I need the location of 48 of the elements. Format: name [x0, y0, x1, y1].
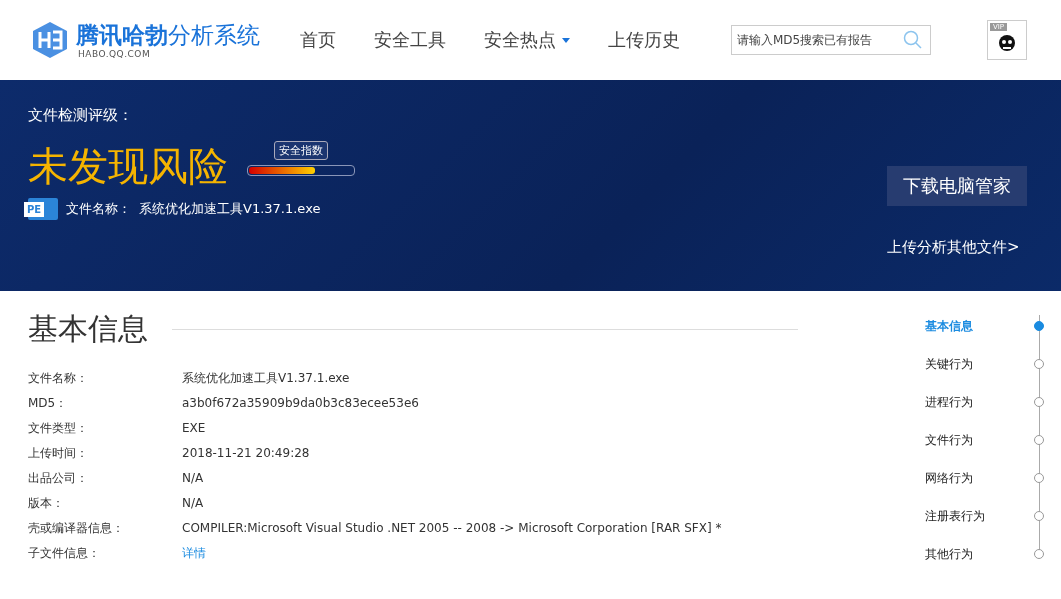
timeline-dot	[1034, 511, 1044, 521]
info-label: 上传时间：	[28, 445, 89, 462]
timeline-dot	[1034, 321, 1044, 331]
info-label: MD5：	[28, 395, 69, 412]
file-name-label: 文件名称：	[66, 200, 131, 218]
nav-link[interactable]: 安全热点	[484, 28, 570, 52]
timeline-dot	[1034, 435, 1044, 445]
side-nav-item[interactable]: 关键行为	[921, 345, 1047, 383]
nav-link[interactable]: 上传历史	[608, 28, 680, 52]
info-value: 系统优化加速工具V1.37.1.exe	[182, 370, 351, 387]
info-label: 壳或编译器信息：	[28, 520, 125, 537]
logo-title: 腾讯哈勃分析系统	[76, 21, 260, 49]
side-nav-item[interactable]: 进程行为	[921, 383, 1047, 421]
info-label: 版本：	[28, 495, 65, 512]
verdict-text: 未发现风险	[28, 142, 228, 190]
logo-domain: HABO.QQ.COM	[78, 49, 152, 59]
side-nav-item[interactable]: 其他行为	[921, 535, 1047, 573]
download-button[interactable]: 下载电脑管家	[887, 166, 1027, 206]
search-field[interactable]: 请输入MD5搜索已有报告	[731, 25, 931, 55]
timeline-dot	[1034, 359, 1044, 369]
info-label: 文件类型：	[28, 420, 89, 437]
section-title: 基本信息	[28, 310, 148, 348]
index-tooltip: 安全指数	[274, 141, 328, 160]
caret-icon	[562, 37, 570, 43]
nav-link[interactable]: 首页	[300, 28, 336, 52]
timeline-dot	[1034, 397, 1044, 407]
rating-label: 文件检测评级：	[28, 106, 134, 125]
info-value: a3b0f672a35909b9da0b3c83ecee53e6	[182, 395, 420, 412]
side-nav-item[interactable]: 注册表行为	[921, 497, 1047, 535]
file-name: 系统优化加速工具V1.37.1.exe	[139, 200, 321, 218]
details-link[interactable]: 详情	[182, 545, 921, 562]
side-nav-item[interactable]: 文件行为	[921, 421, 1047, 459]
timeline-dot	[1034, 473, 1044, 483]
timeline-dot	[1034, 549, 1044, 559]
side-nav-item[interactable]: 网络行为	[921, 459, 1047, 497]
logo-icon	[30, 20, 70, 60]
info-value: COMPILER:Microsoft Visual Studio .NET 2005 -- 2008 -> Microsoft Corporation [RAR SFX] *	[182, 520, 723, 537]
info-value: 2018-11-21 20:49:28	[182, 445, 311, 462]
info-label: 子文件信息：	[28, 545, 101, 562]
info-label: 文件名称：	[28, 370, 89, 387]
info-value: EXE	[182, 420, 207, 437]
nav-link[interactable]: 安全工具	[374, 28, 446, 52]
info-label: 出品公司：	[28, 470, 89, 487]
search-icon[interactable]	[903, 30, 923, 50]
info-value: N/A	[182, 470, 205, 487]
side-nav-item[interactable]: 基本信息	[921, 307, 1047, 345]
upload-link[interactable]: 上传分析其他文件>	[887, 238, 1020, 257]
info-value: N/A	[182, 495, 205, 512]
